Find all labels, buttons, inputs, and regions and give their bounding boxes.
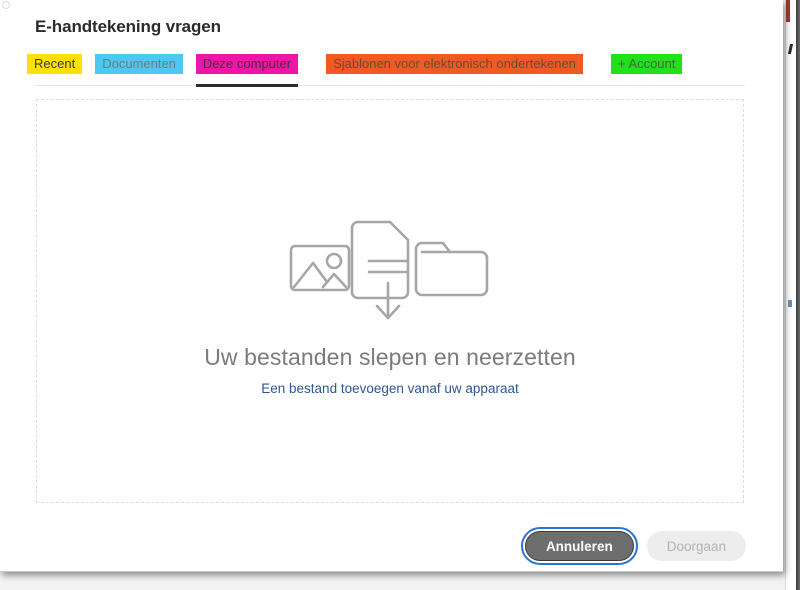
cancel-button[interactable]: Annuleren bbox=[520, 527, 638, 565]
window-corner-marker bbox=[2, 1, 10, 9]
tab-sjablonen[interactable]: Sjablonen voor elektronisch ondertekenen bbox=[326, 54, 583, 74]
page-title: E-handtekening vragen bbox=[35, 17, 221, 36]
dropzone-content: Uw bestanden slepen en neerzetten Een be… bbox=[37, 208, 743, 396]
image-icon bbox=[289, 244, 351, 292]
tab-deze-computer[interactable]: Deze computer bbox=[195, 54, 299, 74]
dialog-footer: Annuleren Doorgaan bbox=[520, 527, 746, 565]
dropzone-icons-svg bbox=[289, 220, 489, 320]
tab-account[interactable]: + Account bbox=[610, 54, 683, 74]
tab-recent-label: Recent bbox=[34, 56, 76, 71]
red-indicator-bar bbox=[786, 0, 790, 22]
active-tab-indicator bbox=[195, 84, 299, 87]
tab-recent[interactable]: Recent bbox=[27, 54, 83, 74]
tab-documenten-label: Documenten bbox=[102, 56, 176, 71]
strip-mark-lower bbox=[788, 300, 792, 307]
tab-documenten[interactable]: Documenten bbox=[95, 54, 183, 74]
folder-icon bbox=[414, 241, 489, 297]
tab-sjablonen-label: Sjablonen voor elektronisch ondertekenen bbox=[333, 56, 576, 71]
continue-button[interactable]: Doorgaan bbox=[646, 531, 746, 561]
dropzone-icon-cluster bbox=[280, 208, 500, 328]
window-right-shadow-edge bbox=[796, 0, 800, 590]
tab-account-label: + Account bbox=[617, 56, 676, 71]
file-source-tabs: Recent Documenten Deze computer Sjablone… bbox=[27, 54, 683, 76]
strip-mark-upper bbox=[787, 44, 794, 54]
document-download-icon bbox=[350, 220, 410, 320]
add-file-from-device-link[interactable]: Een bestand toevoegen vanaf uw apparaat bbox=[261, 381, 518, 396]
e-signature-request-dialog: E-handtekening vragen Recent Documenten … bbox=[0, 0, 783, 572]
tab-deze-computer-label: Deze computer bbox=[202, 56, 292, 71]
tab-divider-rule bbox=[35, 85, 745, 86]
screen: E-handtekening vragen Recent Documenten … bbox=[0, 0, 800, 590]
file-dropzone[interactable]: Uw bestanden slepen en neerzetten Een be… bbox=[36, 99, 744, 503]
tab-underline-row bbox=[35, 84, 745, 88]
dropzone-headline: Uw bestanden slepen en neerzetten bbox=[204, 344, 576, 370]
dialog-bottom-border bbox=[0, 571, 783, 572]
